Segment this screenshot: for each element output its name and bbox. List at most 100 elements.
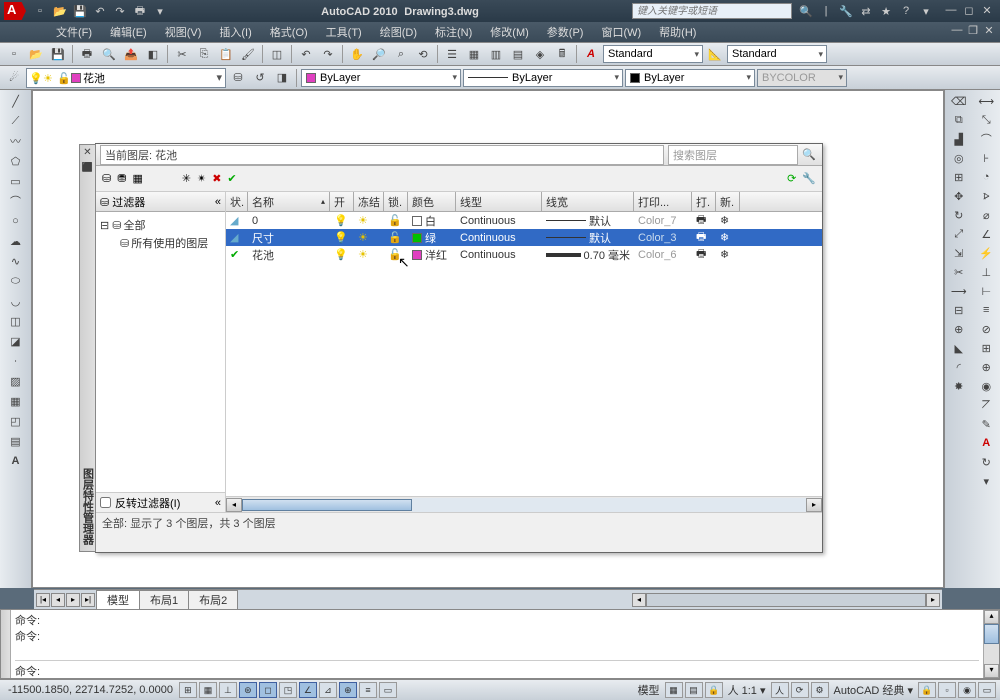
dim-jogged-icon[interactable]: ⦠ (976, 187, 996, 205)
palette-handle[interactable]: ✕ ⬛ 图层特性管理器 (79, 144, 96, 552)
lineweight-cell[interactable]: 0.70 毫米 (542, 247, 634, 263)
rectangle-icon[interactable]: ▭ (6, 172, 26, 190)
tb-new-icon[interactable]: ▫ (4, 44, 24, 64)
freeze-cell[interactable]: ☀ (354, 248, 384, 261)
close-button[interactable]: ✕ (978, 4, 996, 18)
ducs-button[interactable]: ⊿ (319, 682, 337, 698)
dim-arc-icon[interactable]: ⌒ (976, 130, 996, 148)
menu-tools[interactable]: 工具(T) (318, 22, 370, 42)
tb-print-icon[interactable]: 🖶 (77, 44, 97, 64)
tb-properties-icon[interactable]: ☰ (442, 44, 462, 64)
tb-dc-icon[interactable]: ▦ (464, 44, 484, 64)
mdi-restore-button[interactable]: ❐ (966, 24, 980, 38)
dyn-button[interactable]: ⊕ (339, 682, 357, 698)
search-icon[interactable]: 🔍 (800, 146, 818, 164)
quickview-layouts-button[interactable]: ▦ (665, 682, 683, 698)
dim-angular-icon[interactable]: ∠ (976, 225, 996, 243)
dim-continue-icon[interactable]: ⊢ (976, 282, 996, 300)
tb-paste-icon[interactable]: 📋 (216, 44, 236, 64)
name-cell[interactable]: 尺寸 (248, 230, 330, 246)
on-cell[interactable]: 💡 (330, 231, 354, 244)
tb-pan-icon[interactable]: ✋ (347, 44, 367, 64)
tb-undo-icon[interactable]: ↶ (296, 44, 316, 64)
newvp-cell[interactable]: ❄ (716, 231, 740, 244)
layer-combo[interactable]: 💡 ☀ 🔓 花池 (26, 68, 226, 88)
new-layer-vp-icon[interactable]: ✴ (197, 172, 206, 185)
exchange-icon[interactable]: ⇄ (858, 3, 874, 19)
xline-icon[interactable]: ⟋ (6, 112, 26, 130)
tb-zoomrt-icon[interactable]: 🔎 (369, 44, 389, 64)
annovis-button[interactable]: 人 (771, 682, 789, 698)
menu-draw[interactable]: 绘图(D) (372, 22, 425, 42)
refresh-icon[interactable]: ⟳ (787, 172, 796, 185)
on-cell[interactable]: 💡 (330, 214, 354, 227)
help-dropdown-icon[interactable]: ▾ (918, 3, 934, 19)
hscroll-left-button[interactable]: ◂ (632, 593, 646, 607)
qat-dropdown-icon[interactable]: ▾ (152, 3, 168, 19)
command-history[interactable]: 命令: 命令: 命令: (11, 610, 983, 678)
filter-tree[interactable]: ⊟ ⛁ 全部 ⛁ 所有使用的图层 (96, 212, 225, 492)
snap-button[interactable]: ⊞ (179, 682, 197, 698)
fillet-icon[interactable]: ◜ (949, 358, 969, 376)
dim-linear-icon[interactable]: ⟷ (976, 92, 996, 110)
menu-window[interactable]: 窗口(W) (593, 22, 649, 42)
tb-redo-icon[interactable]: ↷ (318, 44, 338, 64)
region-icon[interactable]: ◰ (6, 412, 26, 430)
layer-row[interactable]: ◢尺寸💡☀🔓 绿Continuous 默认Color_3🖶❄ (226, 229, 822, 246)
annoscale-icon[interactable]: 🔒 (705, 682, 723, 698)
delete-layer-icon[interactable]: ✖ (212, 172, 221, 185)
scroll-down-button[interactable]: ▾ (984, 664, 999, 678)
tb-preview-icon[interactable]: 🔍 (99, 44, 119, 64)
mdi-close-button[interactable]: ✕ (982, 24, 996, 38)
scale-icon[interactable]: ⤢ (949, 225, 969, 243)
tab-first-button[interactable]: |◂ (36, 593, 50, 607)
toolbar-lock-button[interactable]: 🔒 (918, 682, 936, 698)
tab-model[interactable]: 模型 (96, 590, 140, 609)
grid-button[interactable]: ▦ (199, 682, 217, 698)
dim-inspect-icon[interactable]: ◉ (976, 377, 996, 395)
workspace-icon[interactable]: ⚙ (811, 682, 829, 698)
new-layer-icon[interactable]: ✳ (182, 172, 191, 185)
makeblock-icon[interactable]: ◪ (6, 332, 26, 350)
lock-cell[interactable]: 🔓 (384, 231, 408, 244)
polar-button[interactable]: ⊛ (239, 682, 257, 698)
qat-save-icon[interactable]: 💾 (72, 3, 88, 19)
workspace-label[interactable]: AutoCAD 经典 ▾ (831, 682, 917, 698)
drawing-canvas[interactable]: ✕ ⬛ 图层特性管理器 当前图层: 花池 搜索图层 🔍 ⛁ ⛃ ▦ ✳ ✴ ✖ … (32, 90, 944, 588)
dim-tedit-icon[interactable]: A (976, 434, 996, 452)
hscroll-right-button[interactable]: ▸ (926, 593, 940, 607)
mdi-minimize-button[interactable]: — (950, 24, 964, 38)
tb-toolpalette-icon[interactable]: ▥ (486, 44, 506, 64)
dim-baseline-icon[interactable]: ⊥ (976, 263, 996, 281)
mtext-icon[interactable]: A (6, 452, 26, 470)
centermark-icon[interactable]: ⊕ (976, 358, 996, 376)
erase-icon[interactable]: ⌫ (949, 92, 969, 110)
expand-filter-icon[interactable]: « (215, 497, 221, 509)
qat-new-icon[interactable]: ▫ (32, 3, 48, 19)
col-lock[interactable]: 锁. (384, 192, 408, 211)
menu-modify[interactable]: 修改(M) (482, 22, 537, 42)
layer-hscrollbar[interactable]: ◂ ▸ (226, 496, 822, 512)
table-icon[interactable]: ▤ (6, 432, 26, 450)
col-freeze[interactable]: 冻结 (354, 192, 384, 211)
canvas-hscroll[interactable]: ◂ ▸ (632, 593, 940, 607)
tb-quickcalc-icon[interactable]: 🖩 (552, 44, 572, 64)
isolate-button[interactable]: ◉ (958, 682, 976, 698)
insert-icon[interactable]: ◫ (6, 312, 26, 330)
dim-edit-icon[interactable]: ✎ (976, 415, 996, 433)
linetype-combo[interactable]: ByLayer (463, 69, 623, 87)
menu-dimension[interactable]: 标注(N) (427, 22, 480, 42)
plotstyle-combo[interactable]: BYCOLOR (757, 69, 847, 87)
tab-layout2[interactable]: 布局2 (188, 590, 238, 609)
tree-used[interactable]: ⛁ 所有使用的图层 (100, 234, 221, 252)
tb-zoomprev-icon[interactable]: ⟲ (413, 44, 433, 64)
dimstyle-combo-icon[interactable]: ▾ (976, 472, 996, 490)
new-group-icon[interactable]: ⛃ (117, 172, 126, 185)
layeriso-icon[interactable]: ◨ (272, 68, 292, 88)
rotate-icon[interactable]: ↻ (949, 206, 969, 224)
col-newvp[interactable]: 新. (716, 192, 740, 211)
invert-filter-checkbox[interactable] (100, 497, 111, 508)
layer-rows[interactable]: ◢0💡☀🔓 白Continuous 默认Color_7🖶❄◢尺寸💡☀🔓 绿Con… (226, 212, 822, 496)
layerprev-icon[interactable]: ↺ (250, 68, 270, 88)
col-on[interactable]: 开 (330, 192, 354, 211)
